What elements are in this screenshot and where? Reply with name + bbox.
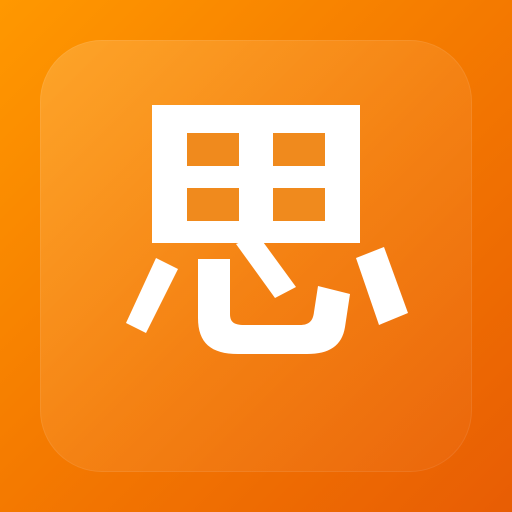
si-character-icon [126, 105, 408, 354]
glyph-wrap [0, 0, 512, 512]
app-icon-canvas [0, 0, 512, 512]
